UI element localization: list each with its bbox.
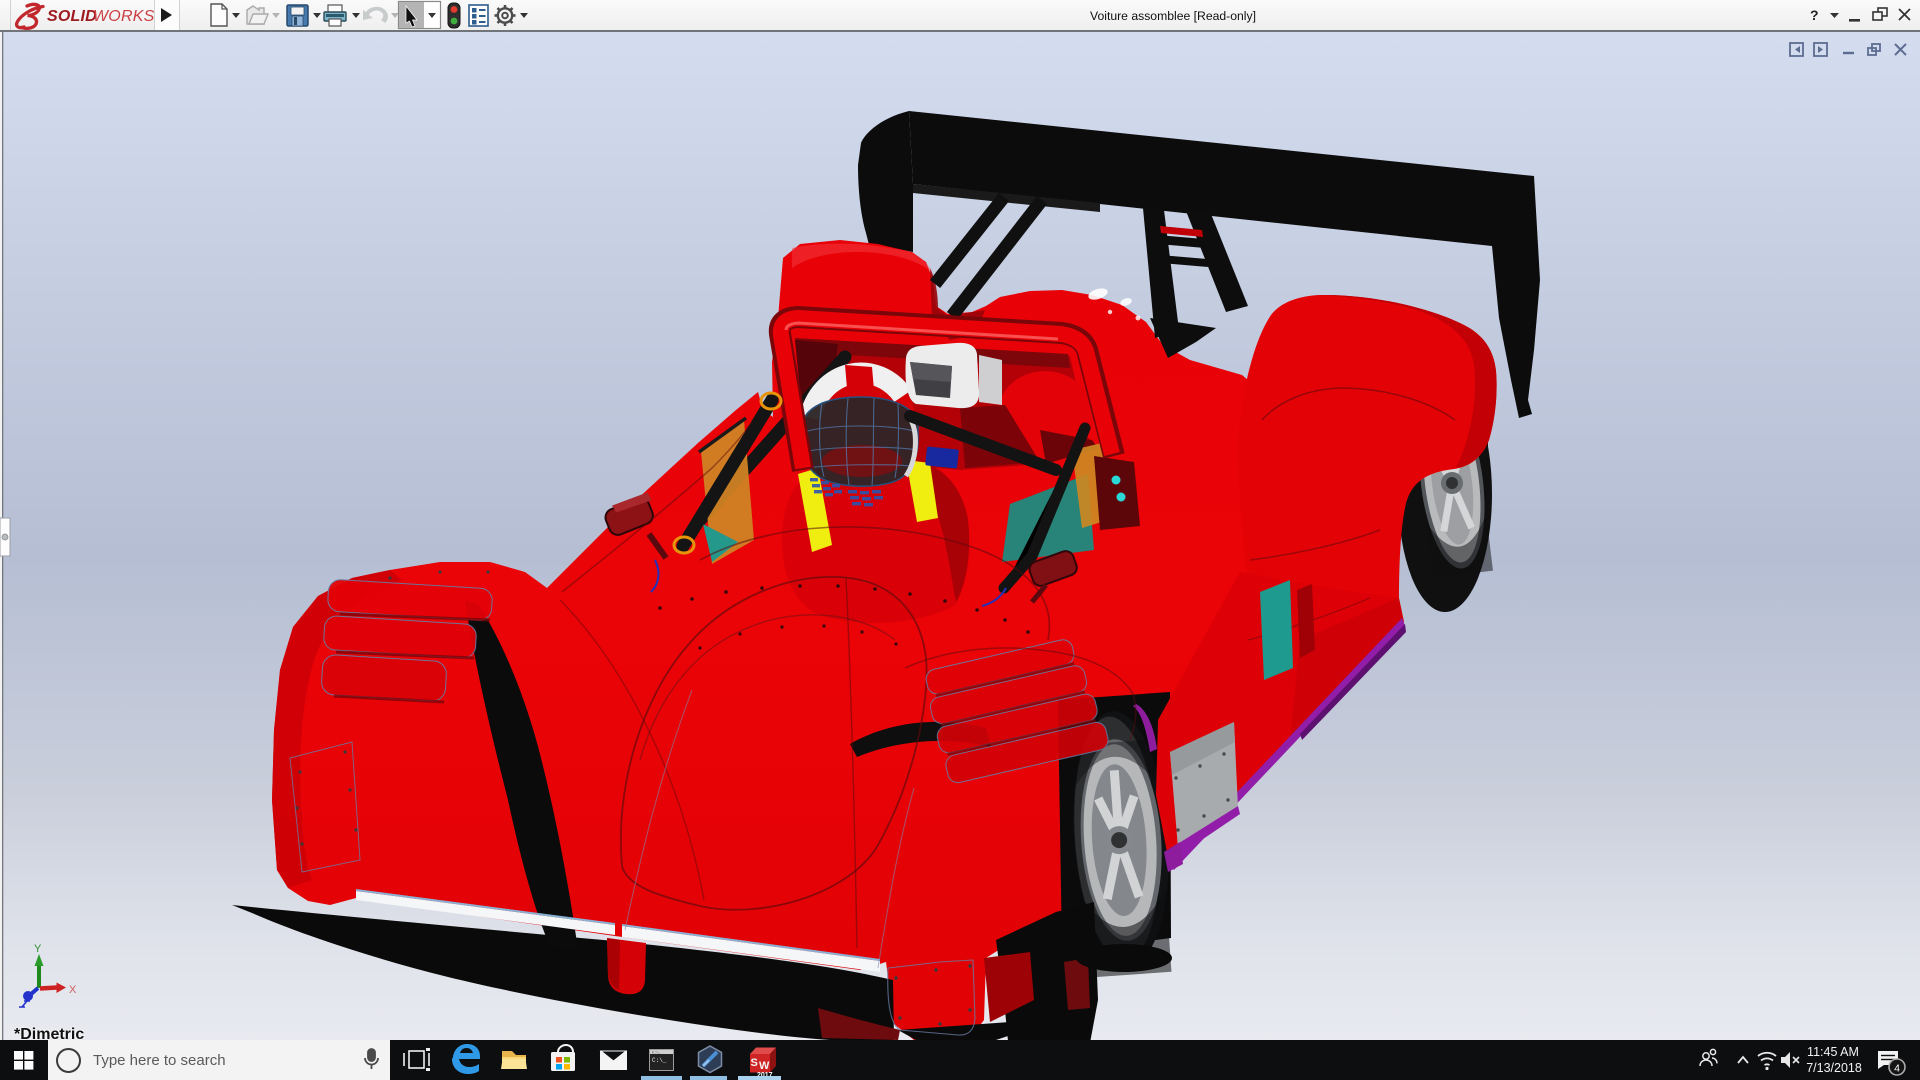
svg-text:Voiture assomblee [Read-only]: Voiture assomblee [Read-only] bbox=[1090, 9, 1256, 23]
svg-text:S: S bbox=[751, 1057, 758, 1069]
svg-text:X: X bbox=[69, 984, 77, 996]
svg-text:11:45 AM: 11:45 AM bbox=[1807, 1045, 1859, 1059]
svg-text:7/13/2018: 7/13/2018 bbox=[1806, 1061, 1862, 1075]
svg-text:SOLID: SOLID bbox=[47, 8, 97, 25]
svg-text:4: 4 bbox=[1894, 1063, 1900, 1075]
svg-text:Y: Y bbox=[34, 943, 42, 955]
svg-text:C:\_: C:\_ bbox=[652, 1051, 661, 1056]
svg-text:W: W bbox=[759, 1060, 770, 1072]
svg-text:?: ? bbox=[1810, 7, 1819, 23]
svg-text:C:\_: C:\_ bbox=[652, 1057, 667, 1064]
svg-text:WORKS: WORKS bbox=[93, 8, 155, 25]
